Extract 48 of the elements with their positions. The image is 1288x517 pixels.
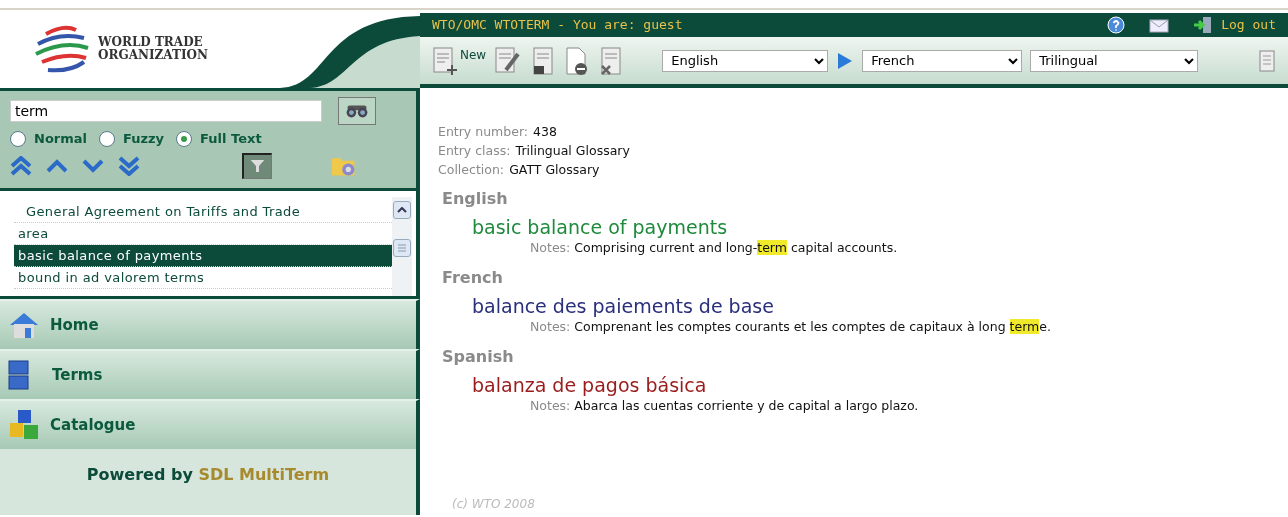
logout-link[interactable]: Log out bbox=[1221, 15, 1276, 35]
first-icon[interactable] bbox=[10, 155, 32, 176]
logout-icon[interactable] bbox=[1193, 16, 1214, 34]
entry-field: Entry number: 438 bbox=[438, 122, 1270, 141]
mail-icon[interactable] bbox=[1149, 17, 1170, 33]
logo-text: ORGANIZATION bbox=[98, 49, 208, 62]
term-text: basic balance of payments bbox=[472, 215, 729, 239]
help-icon[interactable] bbox=[1107, 16, 1126, 34]
term-text: balanza de pagos básica bbox=[472, 372, 708, 397]
entry-field: Collection: GATT Glossary bbox=[438, 160, 1270, 179]
radio-button[interactable] bbox=[10, 130, 26, 147]
logo-text: WORLD TRADE bbox=[98, 36, 204, 49]
language-heading: Spanish bbox=[442, 345, 515, 368]
app-title: WTO/OMC WTOTERM - You are: guest bbox=[432, 16, 683, 35]
search-field[interactable]: term bbox=[10, 100, 322, 122]
entry-field: Entry class: Trilingual Glossary bbox=[438, 141, 1270, 160]
down-icon[interactable] bbox=[82, 158, 104, 173]
notes-text: Notes: Abarca las cuentas corriente y de capital a largo plazo. bbox=[530, 396, 920, 415]
search-button[interactable] bbox=[338, 97, 376, 125]
radio-label: Normal bbox=[34, 130, 87, 148]
term-text: balance des paiements de base bbox=[472, 293, 775, 318]
result-item[interactable]: basic balance of payments bbox=[14, 245, 392, 267]
nav-item[interactable]: Home bbox=[0, 299, 420, 349]
nav-item[interactable]: Terms bbox=[0, 349, 420, 399]
blocks-icon bbox=[8, 360, 30, 390]
powered-by-text: Powered by SDL MultiTerm bbox=[0, 449, 420, 515]
up-icon[interactable] bbox=[46, 158, 68, 173]
radio-button[interactable] bbox=[99, 130, 115, 147]
nav-item[interactable]: Catalogue bbox=[0, 399, 420, 449]
new-document-icon bbox=[432, 45, 458, 76]
scroll-thumb[interactable] bbox=[393, 239, 411, 257]
target-language-select[interactable]: French bbox=[862, 49, 1023, 72]
radio-button[interactable] bbox=[176, 130, 193, 147]
source-language-select[interactable]: English bbox=[662, 49, 829, 72]
radio-label: Fuzzy bbox=[123, 130, 165, 148]
filter-button[interactable] bbox=[242, 152, 272, 179]
language-heading: English bbox=[442, 188, 509, 210]
house-icon bbox=[8, 311, 40, 339]
grip-icon bbox=[397, 244, 407, 252]
caret-up-icon bbox=[397, 207, 407, 213]
layout-select[interactable]: Trilingual bbox=[1030, 49, 1199, 72]
scroll-up-button[interactable] bbox=[393, 201, 411, 219]
language-heading: French bbox=[442, 266, 504, 289]
radio-label: Full Text bbox=[200, 130, 262, 148]
cubes-icon bbox=[8, 409, 40, 441]
copyright-text: (c) WTO 2008 bbox=[452, 496, 535, 513]
new-entry-button[interactable]: New bbox=[432, 45, 487, 76]
last-icon[interactable] bbox=[118, 155, 140, 176]
